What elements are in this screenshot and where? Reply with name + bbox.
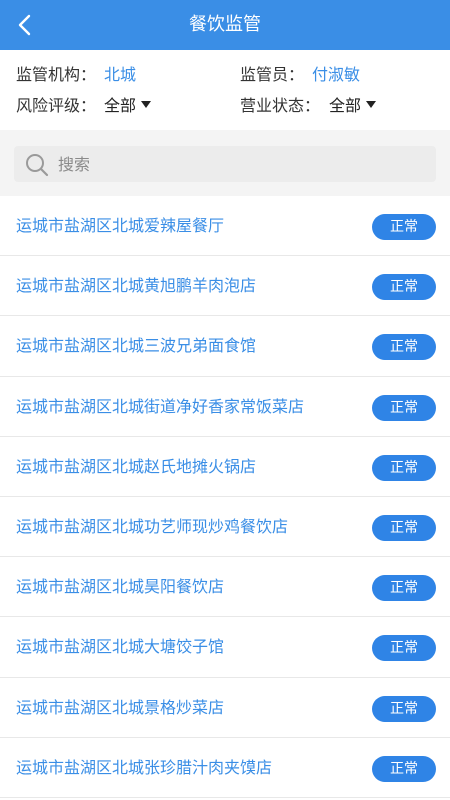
status-badge: 正常 xyxy=(372,755,436,782)
risk-value: 全部 xyxy=(104,96,137,115)
list-item[interactable]: 运城市盐湖区北城景格炒菜店 正常 xyxy=(0,677,450,738)
restaurant-name: 运城市盐湖区北城昊阳餐饮店 xyxy=(16,577,225,597)
restaurant-name: 运城市盐湖区北城景格炒菜店 xyxy=(16,697,225,717)
list-item[interactable]: 运城市盐湖区北城赵氏地摊火锅店 正常 xyxy=(0,436,450,497)
list-item[interactable]: 运城市盐湖区北城功艺师现炒鸡餐饮店 正常 xyxy=(0,496,450,558)
restaurant-name: 运城市盐湖区北城爱辣屋餐厅 xyxy=(16,216,225,235)
inspector-label: 监管员： xyxy=(240,65,305,84)
list-item[interactable]: 运城市盐湖区北城黄旭鹏羊肉泡店 正常 xyxy=(0,256,450,317)
search-input[interactable] xyxy=(58,146,428,182)
restaurant-name: 运城市盐湖区北城大塘饺子馆 xyxy=(16,637,225,657)
status-badge: 正常 xyxy=(372,214,436,240)
list-item[interactable]: 运城市盐湖区北城张珍腊汁肉夹馍店 正常 xyxy=(0,737,450,798)
status-badge: 正常 xyxy=(372,394,436,421)
restaurant-name: 运城市盐湖区北城功艺师现炒鸡餐饮店 xyxy=(16,516,289,536)
restaurant-list: 运城市盐湖区北城爱辣屋餐厅 正常 运城市盐湖区北城黄旭鹏羊肉泡店 正常 运城市盐湖区北城… xyxy=(0,196,450,798)
risk-label: 风险评级： xyxy=(16,96,97,115)
restaurant-name: 运城市盐湖区北城街道净好香家常饭菜店 xyxy=(16,396,305,416)
list-item[interactable]: 运城市盐湖区北城三波兄弟面食馆 正常 xyxy=(0,316,450,377)
status-dropdown[interactable]: 全部 xyxy=(329,94,377,118)
restaurant-name: 运城市盐湖区北城赵氏地摊火锅店 xyxy=(16,456,257,476)
restaurant-name: 运城市盐湖区北城三波兄弟面食馆 xyxy=(16,336,257,356)
risk-dropdown[interactable]: 全部 xyxy=(104,94,152,118)
list-item[interactable]: 运城市盐湖区北城昊阳餐饮店 正常 xyxy=(0,557,450,618)
agency-value[interactable]: 北城 xyxy=(104,63,136,87)
page-title: 餐饮监管 xyxy=(189,14,261,35)
status-badge: 正常 xyxy=(372,575,436,602)
caret-down-icon xyxy=(366,101,377,108)
status-badge: 正常 xyxy=(372,695,436,722)
status-badge: 正常 xyxy=(372,514,436,541)
search-icon xyxy=(26,154,49,177)
restaurant-name: 运城市盐湖区北城黄旭鹏羊肉泡店 xyxy=(16,276,257,296)
list-item[interactable]: 运城市盐湖区北城大塘饺子馆 正常 xyxy=(0,617,450,678)
status-label: 营业状态： xyxy=(240,96,321,115)
status-badge: 正常 xyxy=(372,454,436,481)
app-header: 餐饮监管 xyxy=(0,0,450,50)
status-badge: 正常 xyxy=(372,635,436,662)
agency-label: 监管机构： xyxy=(16,65,97,84)
inspector-value[interactable]: 付淑敏 xyxy=(312,63,360,87)
status-value: 全部 xyxy=(329,96,362,115)
filter-panel: 监管机构： 北城 监管员： 付淑敏 风险评级： 全部 营业状态： 全部 xyxy=(0,50,450,130)
list-item[interactable]: 运城市盐湖区北城爱辣屋餐厅 正常 xyxy=(0,196,450,257)
status-badge: 正常 xyxy=(372,274,436,301)
list-item[interactable]: 运城市盐湖区北城街道净好香家常饭菜店 正常 xyxy=(0,376,450,437)
restaurant-name: 运城市盐湖区北城张珍腊汁肉夹馍店 xyxy=(16,757,273,777)
status-badge: 正常 xyxy=(372,334,436,361)
caret-down-icon xyxy=(141,101,152,108)
